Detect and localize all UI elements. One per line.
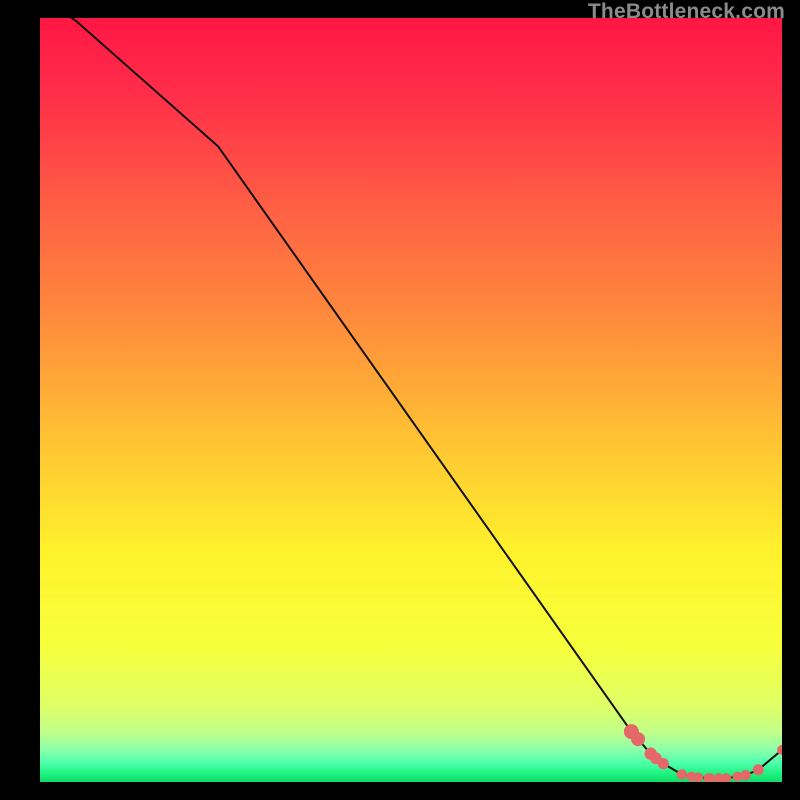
line-series — [40, 18, 782, 778]
marker-point — [721, 773, 731, 782]
plot-area — [40, 18, 782, 782]
chart-stage: TheBottleneck.com — [0, 0, 800, 800]
curve-path — [40, 18, 782, 778]
chart-overlay — [40, 18, 782, 782]
marker-series — [624, 724, 782, 782]
marker-point — [740, 770, 750, 780]
marker-point — [658, 758, 669, 769]
marker-point — [677, 769, 687, 779]
marker-point — [631, 732, 645, 746]
marker-point — [753, 764, 764, 775]
marker-point — [693, 772, 703, 782]
